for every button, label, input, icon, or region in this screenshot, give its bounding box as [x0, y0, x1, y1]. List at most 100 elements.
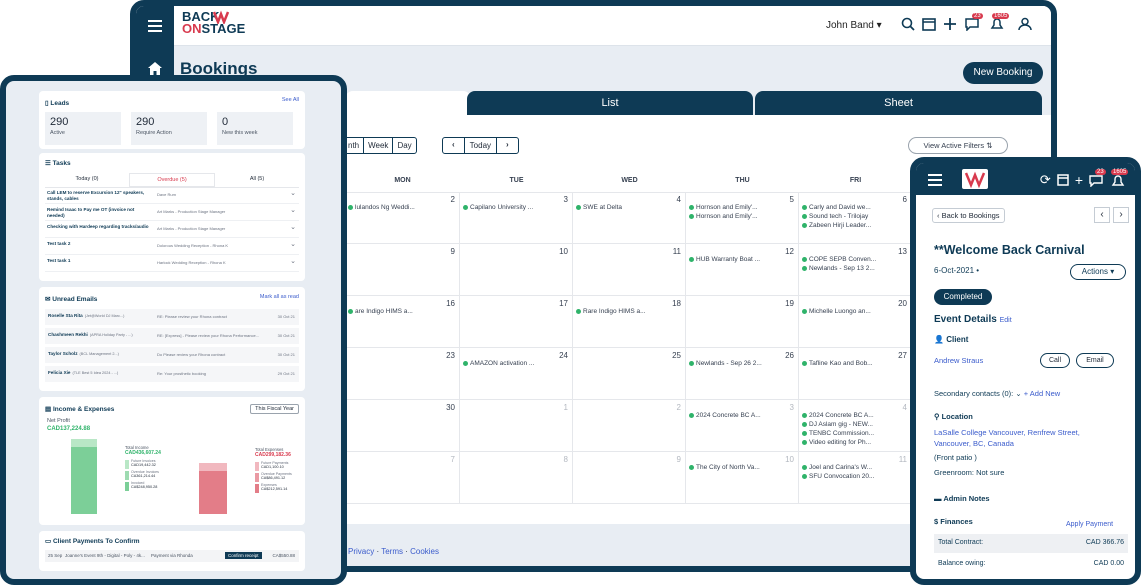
calendar-event[interactable]: AMAZON activation ... [462, 359, 569, 368]
chevron-down-icon[interactable]: ⌄ [290, 240, 296, 248]
hamburger-icon[interactable] [928, 174, 942, 186]
lead-stat[interactable]: 0 New this week [217, 112, 293, 145]
client-name[interactable]: Andrew Straus [934, 356, 983, 365]
tasks-tab-today[interactable]: Today (0) [45, 173, 129, 187]
confirm-receipt-button[interactable]: Confirm receipt [225, 552, 262, 559]
email-row[interactable]: Roselle Sta Rita (Jet@World DJ Marc...) RE… [45, 309, 299, 325]
day-cell[interactable]: 4 SWE at Delta [573, 192, 686, 244]
leads-see-all[interactable]: See All [282, 97, 299, 103]
user-menu[interactable]: John Band ▾ [826, 20, 882, 31]
new-booking-button[interactable]: New Booking [963, 62, 1043, 84]
lead-stat[interactable]: 290 Active [45, 112, 121, 145]
day-cell[interactable]: 9 [573, 452, 686, 504]
calendar-icon[interactable] [922, 17, 936, 31]
task-row[interactable]: Call LEM to reserve Excursion 12" speake… [45, 187, 299, 204]
calendar-event[interactable]: Joel and Carina's W... [801, 463, 908, 472]
calendar-event[interactable]: Hornson and Emily'... [688, 203, 795, 212]
calendar-event[interactable]: lulandos Ng Weddi... [347, 203, 456, 212]
tasks-tab-overdue[interactable]: Overdue (5) [129, 173, 215, 187]
call-button[interactable]: Call [1040, 353, 1070, 368]
tab-list[interactable]: List [467, 91, 753, 115]
day-cell[interactable]: 3 2024 Concrete BC A... [686, 400, 799, 452]
day-cell[interactable]: 10 The City of North Va... [686, 452, 799, 504]
chevron-down-icon[interactable]: ⌄ [290, 223, 296, 231]
day-cell[interactable]: 19 [686, 296, 799, 348]
brand-logo[interactable]: BACK ONSTAGE [182, 10, 245, 35]
alerts-button[interactable]: 1605 [989, 13, 1011, 31]
menu-button[interactable] [136, 6, 174, 46]
chevron-down-icon[interactable]: ⌄ [290, 257, 296, 265]
payment-event[interactable]: Joanne's Event 9th - Digital - Poly - 4k… [65, 553, 145, 558]
day-cell[interactable]: 1 [460, 400, 573, 452]
calendar-event[interactable]: Newlands - Sep 26 2... [688, 359, 795, 368]
calendar-event[interactable]: Video editing for Ph... [801, 438, 908, 447]
chevron-down-icon[interactable]: ⌄ [290, 206, 296, 214]
day-cell[interactable]: 26 Newlands - Sep 26 2... [686, 348, 799, 400]
refresh-icon[interactable]: ⟳ [1040, 172, 1051, 188]
prev-button[interactable]: ‹ [443, 138, 464, 153]
day-cell[interactable]: 11 Joel and Carina's W... SFU Convocation … [799, 452, 912, 504]
today-button[interactable]: Today [463, 138, 498, 153]
day-cell[interactable]: 25 [573, 348, 686, 400]
period-select[interactable]: This Fiscal Year [250, 404, 299, 414]
calendar-event[interactable]: Sound tech - Trilojay [801, 212, 908, 221]
email-row[interactable]: Chashmeen Rekhi (APRA Holiday Party - ...… [45, 328, 299, 344]
view-day[interactable]: Day [392, 138, 415, 153]
task-row[interactable]: Checking with Hardeep regarding tracks/a… [45, 221, 299, 238]
calendar-event[interactable]: Rare Indigo HIMS a... [575, 307, 682, 316]
privacy-link[interactable]: Privacy [348, 547, 374, 556]
calendar-event[interactable]: 2024 Concrete BC A... [688, 411, 795, 420]
calendar-event[interactable]: Newlands - Sep 13 2... [801, 264, 908, 273]
calendar-event[interactable]: are Indigo HIMS a... [347, 307, 456, 316]
day-cell[interactable]: 4 2024 Concrete BC A... DJ Aslam gig - NEW… [799, 400, 912, 452]
location-address[interactable]: LaSalle College Vancouver, Renfrew Stree… [934, 427, 1114, 449]
add-new-contact[interactable]: + Add New [1024, 389, 1061, 398]
calendar-event[interactable]: Michelle Luongo an... [801, 307, 908, 316]
mark-all-read[interactable]: Mark all as read [260, 294, 299, 300]
day-cell[interactable]: 2 [573, 400, 686, 452]
day-cell[interactable]: 10 [460, 244, 573, 296]
calendar-event[interactable]: TENBC Commission... [801, 429, 908, 438]
day-cell[interactable]: 3 Capilano University ... [460, 192, 573, 244]
day-cell[interactable]: 16 are Indigo HIMS a... [345, 296, 460, 348]
calendar-event[interactable]: COPE SEPB Conven... [801, 255, 908, 264]
day-cell[interactable]: 23 [345, 348, 460, 400]
day-cell[interactable]: 5 Hornson and Emily'... Hornson and Emily'… [686, 192, 799, 244]
calendar-event[interactable]: Hornson and Emily'... [688, 212, 795, 221]
calendar-icon[interactable] [1057, 174, 1069, 186]
tab-calendar[interactable] [345, 91, 471, 115]
messages-button[interactable]: 23 [1089, 169, 1106, 188]
calendar-event[interactable]: Capilano University ... [462, 203, 569, 212]
terms-link[interactable]: Terms [381, 547, 403, 556]
day-cell[interactable]: 18 Rare Indigo HIMS a... [573, 296, 686, 348]
home-icon[interactable] [148, 62, 162, 75]
day-cell[interactable]: 11 [573, 244, 686, 296]
lead-stat[interactable]: 290 Require Action [131, 112, 207, 145]
day-cell[interactable]: 12 HUB Warranty Boat ... [686, 244, 799, 296]
day-cell[interactable]: 6 Carly and David we... Sound tech - Trilo… [799, 192, 912, 244]
search-icon[interactable] [901, 17, 915, 31]
chevron-down-icon[interactable]: ⌄ [290, 189, 296, 197]
logo-mark-icon[interactable] [962, 169, 988, 189]
task-row[interactable]: Remind Isaac to Pay me OT (invoice not n… [45, 204, 299, 221]
messages-button[interactable]: 23 [964, 13, 983, 32]
apply-payment-link[interactable]: Apply Payment [1066, 521, 1113, 528]
email-row[interactable]: Felicia Xie (TLE Best 5 Idea 2024 - ...) R… [45, 366, 299, 382]
chevron-down-icon[interactable]: ⌄ [1015, 389, 1021, 398]
actions-dropdown[interactable]: Actions ▾ [1070, 264, 1126, 280]
calendar-event[interactable]: SFU Convocation 20... [801, 472, 908, 481]
plus-icon[interactable] [943, 17, 957, 31]
day-cell[interactable]: 20 Michelle Luongo an... [799, 296, 912, 348]
day-cell[interactable]: 24 AMAZON activation ... [460, 348, 573, 400]
email-button[interactable]: Email [1076, 353, 1114, 368]
tasks-tab-all[interactable]: All (5) [215, 173, 299, 187]
calendar-event[interactable]: Carly and David we... [801, 203, 908, 212]
back-to-bookings[interactable]: ‹ Back to Bookings [932, 208, 1005, 223]
calendar-event[interactable]: The City of North Va... [688, 463, 795, 472]
calendar-event[interactable]: Tafline Kao and Bob... [801, 359, 908, 368]
calendar-event[interactable]: DJ Aslam gig - NEW... [801, 420, 908, 429]
next-booking[interactable]: › [1113, 207, 1129, 223]
day-cell[interactable]: 13 COPE SEPB Conven... Newlands - Sep 13 2… [799, 244, 912, 296]
cookies-link[interactable]: Cookies [410, 547, 439, 556]
calendar-event[interactable]: SWE at Delta [575, 203, 682, 212]
